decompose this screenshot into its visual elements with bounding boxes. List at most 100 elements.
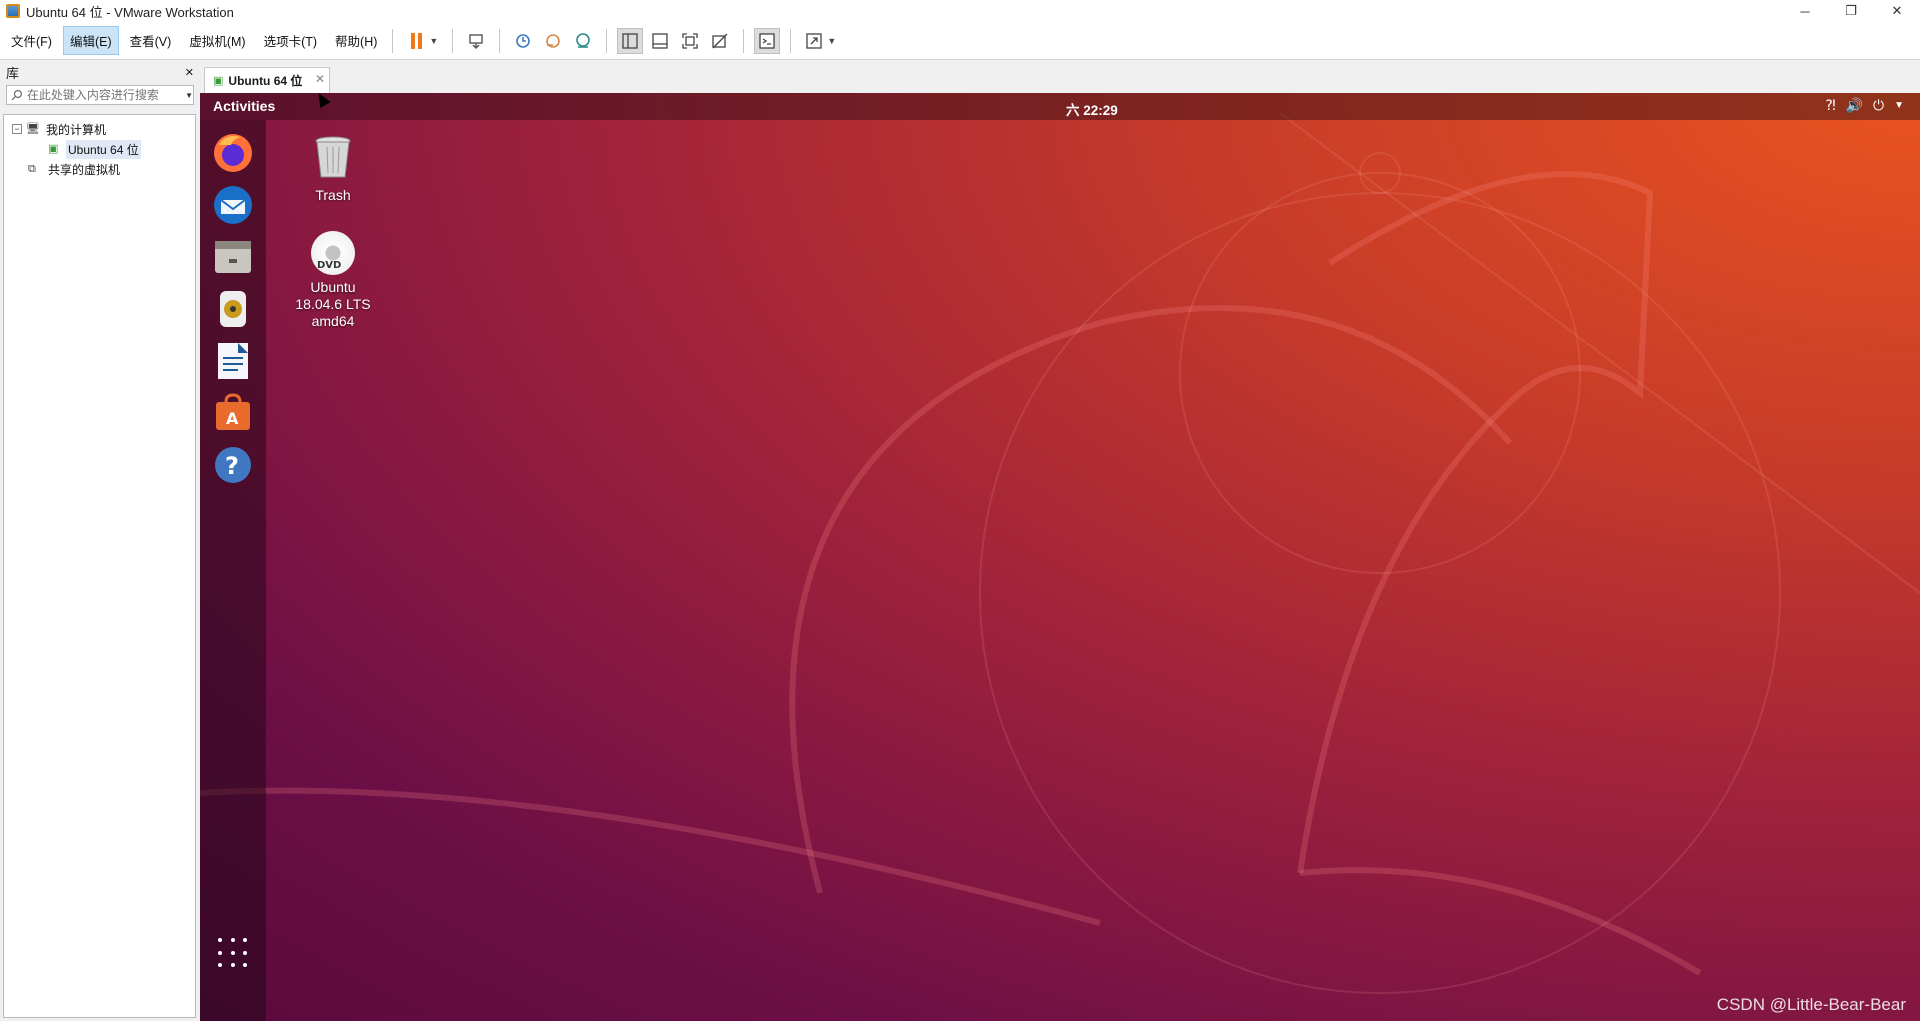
dock-firefox[interactable] — [210, 130, 256, 176]
svg-text:?: ? — [225, 452, 239, 480]
collapse-toggle-icon[interactable]: − — [12, 124, 22, 134]
tree-vm-ubuntu[interactable]: ▣ Ubuntu 64 位 — [4, 139, 195, 159]
console-view-button[interactable] — [754, 27, 781, 54]
desktop-ubuntu-dvd[interactable]: DVD Ubuntu 18.04.6 LTS amd64 — [293, 231, 373, 330]
library-search-box: ▼ — [6, 85, 194, 105]
tab-ubuntu[interactable]: ▣ Ubuntu 64 位 ✕ — [204, 67, 330, 93]
thumbnail-bar-button[interactable] — [647, 28, 673, 54]
pause-button[interactable] — [403, 28, 429, 54]
window-title: Ubuntu 64 位 - VMware Workstation — [26, 4, 234, 20]
toolbar-separator — [606, 28, 608, 53]
volume-icon: 🔊 — [1845, 97, 1864, 113]
send-ctrl-alt-del-icon — [469, 33, 484, 49]
restore-button[interactable]: ❐ — [1828, 0, 1874, 22]
firefox-icon — [214, 134, 252, 172]
writer-icon — [218, 343, 248, 379]
shared-vm-icon: ⧉ — [28, 163, 36, 175]
rhythmbox-icon — [220, 291, 246, 327]
desktop-trash[interactable]: Trash — [293, 135, 373, 204]
show-applications-icon[interactable] — [218, 938, 250, 970]
dvd-label-line1: Ubuntu — [310, 279, 356, 295]
toolbar-separator — [452, 28, 454, 53]
tab-close-icon[interactable]: ✕ — [315, 72, 325, 86]
csdn-watermark: CSDN @Little-Bear-Bear — [1716, 995, 1906, 1014]
stretch-view-button[interactable] — [801, 28, 827, 54]
menu-help[interactable]: 帮助(H) — [328, 26, 384, 55]
thunderbird-icon — [214, 186, 252, 224]
svg-text:A: A — [226, 409, 239, 428]
power-dropdown-caret-icon[interactable]: ▼ — [429, 36, 438, 46]
trash-icon — [315, 136, 351, 178]
menu-view[interactable]: 查看(V) — [123, 26, 179, 55]
snapshot-icon — [516, 33, 531, 48]
tree-shared-vms[interactable]: ⧉ 共享的虚拟机 — [4, 159, 195, 179]
library-header: 库 ✕ — [0, 61, 200, 83]
menu-edit[interactable]: 编辑(E) — [62, 26, 119, 55]
trash-label: Trash — [315, 187, 351, 203]
dock-help[interactable]: ? — [210, 442, 256, 488]
dock-files[interactable] — [210, 234, 256, 280]
help-icon: ? — [215, 447, 251, 483]
clock[interactable]: 六 22:29 — [1066, 99, 1118, 119]
full-screen-button[interactable] — [677, 28, 703, 54]
vm-console[interactable]: Activities 六 22:29 ⁈ 🔊 ⏻ ▼ A ? Trash DVD… — [200, 93, 1920, 1021]
minimize-button[interactable]: ─ — [1782, 0, 1828, 22]
menu-caret-icon: ▼ — [1894, 100, 1904, 111]
search-dropdown-icon[interactable]: ▼ — [185, 91, 193, 100]
system-tray[interactable]: ⁈ 🔊 ⏻ ▼ — [1825, 97, 1904, 114]
revert-snapshot-icon — [546, 33, 561, 48]
search-icon — [11, 89, 22, 101]
stretch-view-icon — [806, 32, 822, 49]
library-search-input[interactable] — [26, 88, 186, 102]
stretch-dropdown-caret-icon[interactable]: ▼ — [827, 36, 836, 46]
library-panel: 库 ✕ ▼ − 🖥 我的计算机 ▣ Ubuntu 64 位 ⧉ 共享的虚拟机 — [0, 61, 200, 1021]
window-controls: ─ ❐ ✕ — [1782, 0, 1920, 22]
tree-label-shared: 共享的虚拟机 — [48, 162, 121, 177]
menu-vm[interactable]: 虚拟机(M) — [182, 26, 252, 55]
unity-button[interactable] — [707, 28, 733, 54]
menu-tabs[interactable]: 选项卡(T) — [257, 26, 324, 55]
snapshot-manager-button[interactable] — [570, 28, 596, 54]
menu-file[interactable]: 文件(F) — [4, 26, 59, 55]
gnome-top-bar: Activities 六 22:29 ⁈ 🔊 ⏻ ▼ — [200, 93, 1920, 120]
activities-button[interactable]: Activities — [213, 98, 275, 114]
toolbar-separator — [392, 28, 394, 53]
dock-rhythmbox[interactable] — [210, 286, 256, 332]
pause-icon — [410, 32, 422, 49]
vm-running-icon: ▣ — [48, 143, 59, 155]
window-titlebar: Ubuntu 64 位 - VMware Workstation ─ ❐ ✕ — [0, 0, 1920, 22]
take-snapshot-button[interactable] — [510, 28, 536, 54]
vm-tab-icon: ▣ — [213, 75, 224, 87]
tree-my-computer[interactable]: − 🖥 我的计算机 — [4, 119, 195, 139]
library-close-icon[interactable]: ✕ — [185, 66, 194, 79]
tree-label-vm: Ubuntu 64 位 — [66, 139, 141, 159]
ubuntu-software-icon: A — [216, 393, 250, 430]
files-icon — [215, 241, 251, 273]
toolbar-separator — [790, 28, 792, 53]
dock-thunderbird[interactable] — [210, 182, 256, 228]
send-ctrl-alt-del-button[interactable] — [463, 28, 489, 54]
dvd-label-line3: amd64 — [311, 313, 355, 329]
dvd-badge: DVD — [317, 260, 342, 271]
toolbar-separator — [743, 28, 745, 53]
library-tree: − 🖥 我的计算机 ▣ Ubuntu 64 位 ⧉ 共享的虚拟机 — [3, 114, 196, 1018]
wallpaper-line-art — [200, 112, 1920, 994]
snapshot-manager-icon — [576, 32, 591, 48]
dock-ubuntu-software[interactable]: A — [210, 390, 256, 436]
network-icon: ⁈ — [1825, 97, 1836, 113]
dvd-label-line2: 18.04.6 LTS — [295, 296, 371, 312]
show-library-button[interactable] — [617, 27, 644, 54]
thumbnail-bar-icon — [652, 32, 668, 49]
toolbar-separator — [499, 28, 501, 53]
close-button[interactable]: ✕ — [1874, 0, 1920, 22]
dock-libreoffice-writer[interactable] — [210, 338, 256, 384]
power-icon: ⏻ — [1873, 97, 1885, 113]
tab-label: Ubuntu 64 位 — [228, 74, 303, 88]
revert-snapshot-button[interactable] — [540, 28, 566, 54]
full-screen-icon — [682, 32, 698, 49]
computer-icon: 🖥 — [26, 123, 40, 135]
ubuntu-dock: A ? — [200, 120, 266, 1021]
vm-tab-strip: ▣ Ubuntu 64 位 ✕ — [200, 61, 1920, 93]
unity-icon — [712, 33, 728, 48]
menubar: 文件(F) 编辑(E) 查看(V) 虚拟机(M) 选项卡(T) 帮助(H) ▼ … — [0, 22, 1920, 60]
